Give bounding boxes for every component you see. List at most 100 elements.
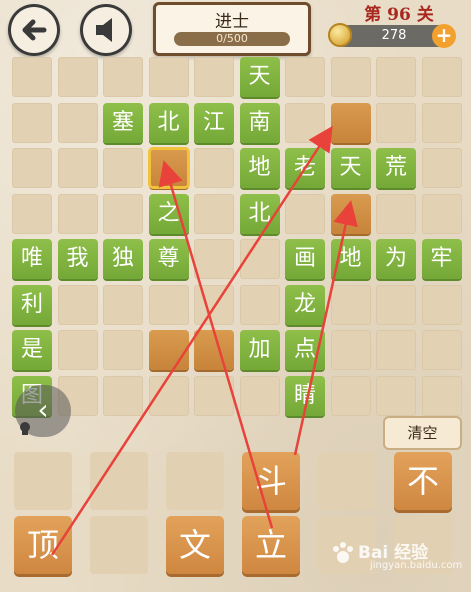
empty-cell [239, 375, 280, 416]
watermark-sub: jingyan.baidu.com [370, 560, 463, 571]
filled-tile: 睛 [285, 375, 325, 416]
empty-cell [57, 57, 98, 97]
empty-cell [421, 330, 462, 370]
filled-tile: 天 [239, 57, 280, 97]
watermark: Bai 经验 jingyan.baidu.com [330, 538, 470, 578]
empty-cell [194, 375, 234, 416]
filled-tile: 为 [376, 239, 416, 279]
empty-candidate-slot [166, 452, 224, 510]
progress-bar: 0/500 [174, 32, 290, 46]
empty-cell [194, 284, 234, 325]
filled-tile: 北 [148, 102, 189, 143]
answer-slot[interactable] [330, 102, 371, 143]
empty-cell [12, 193, 52, 234]
empty-cell [376, 193, 416, 234]
empty-cell [103, 148, 143, 188]
add-coins-button[interactable]: + [432, 24, 456, 48]
empty-cell [194, 193, 234, 234]
empty-cell [421, 284, 462, 325]
filled-tile: 牢 [421, 239, 462, 279]
empty-cell [330, 284, 371, 325]
empty-cell [57, 193, 98, 234]
empty-candidate-slot [90, 452, 148, 510]
empty-cell [57, 330, 98, 370]
empty-cell [194, 57, 234, 97]
filled-tile: 我 [57, 239, 98, 279]
empty-cell [330, 57, 371, 97]
empty-cell [421, 148, 462, 188]
filled-tile: 荒 [376, 148, 416, 188]
empty-cell [376, 102, 416, 143]
filled-tile: 是 [12, 330, 52, 370]
empty-cell [148, 284, 189, 325]
filled-tile: 画 [285, 239, 325, 279]
speaker-icon [96, 18, 112, 42]
empty-cell [376, 375, 416, 416]
filled-tile: 之 [148, 193, 189, 234]
lightbulb-icon[interactable] [17, 421, 33, 437]
back-button[interactable] [8, 4, 60, 56]
empty-cell [148, 57, 189, 97]
empty-cell [12, 148, 52, 188]
filled-tile: 地 [330, 239, 371, 279]
empty-cell [194, 148, 234, 188]
empty-cell [239, 284, 280, 325]
back-arrow-icon [22, 19, 47, 41]
filled-tile: 点 [285, 330, 325, 370]
filled-tile: 天 [330, 148, 371, 188]
filled-tile: 加 [239, 330, 280, 370]
candidate-tile[interactable]: 斗 [242, 452, 300, 510]
empty-cell [330, 375, 371, 416]
answer-slot[interactable] [194, 330, 234, 370]
empty-candidate-slot [318, 452, 376, 510]
empty-cell [194, 239, 234, 279]
candidate-tile[interactable]: 不 [394, 452, 452, 510]
empty-cell [103, 375, 143, 416]
empty-cell [12, 102, 52, 143]
empty-cell [103, 284, 143, 325]
empty-cell [57, 284, 98, 325]
empty-candidate-slot [90, 516, 148, 574]
empty-cell [421, 375, 462, 416]
filled-tile: 龙 [285, 284, 325, 325]
filled-tile: 利 [12, 284, 52, 325]
selected-answer-slot[interactable] [147, 147, 190, 189]
empty-cell [103, 57, 143, 97]
filled-tile: 江 [194, 102, 234, 143]
empty-cell [421, 57, 462, 97]
progress-text: 0/500 [216, 32, 248, 45]
filled-tile: 塞 [103, 102, 143, 143]
empty-cell [103, 330, 143, 370]
filled-tile: 老 [285, 148, 325, 188]
filled-tile: 地 [239, 148, 280, 188]
empty-cell [421, 193, 462, 234]
empty-cell [239, 239, 280, 279]
empty-cell [148, 375, 189, 416]
empty-cell [376, 57, 416, 97]
empty-cell [376, 330, 416, 370]
candidate-tile[interactable]: 文 [166, 516, 224, 574]
coin-icon [328, 23, 352, 47]
empty-cell [376, 284, 416, 325]
coin-count: 278 [381, 28, 407, 43]
rank-card: 进士 0/500 [153, 2, 311, 56]
answer-slot[interactable] [148, 330, 189, 370]
sound-button[interactable] [80, 4, 132, 56]
filled-tile: 独 [103, 239, 143, 279]
empty-cell [330, 330, 371, 370]
empty-cell [285, 102, 325, 143]
empty-cell [57, 148, 98, 188]
coin-counter: 278 + [328, 23, 456, 48]
filled-tile: 南 [239, 102, 280, 143]
filled-tile: 唯 [12, 239, 52, 279]
empty-cell [421, 102, 462, 143]
rank-title: 进士 [215, 12, 249, 32]
candidate-tile[interactable]: 顶 [14, 516, 72, 574]
candidate-tile[interactable]: 立 [242, 516, 300, 574]
empty-cell [57, 102, 98, 143]
paw-icon [333, 542, 353, 563]
filled-tile: 尊 [148, 239, 189, 279]
clear-button[interactable]: 清空 [383, 416, 462, 450]
answer-slot[interactable] [330, 193, 371, 234]
empty-candidate-slot [14, 452, 72, 510]
